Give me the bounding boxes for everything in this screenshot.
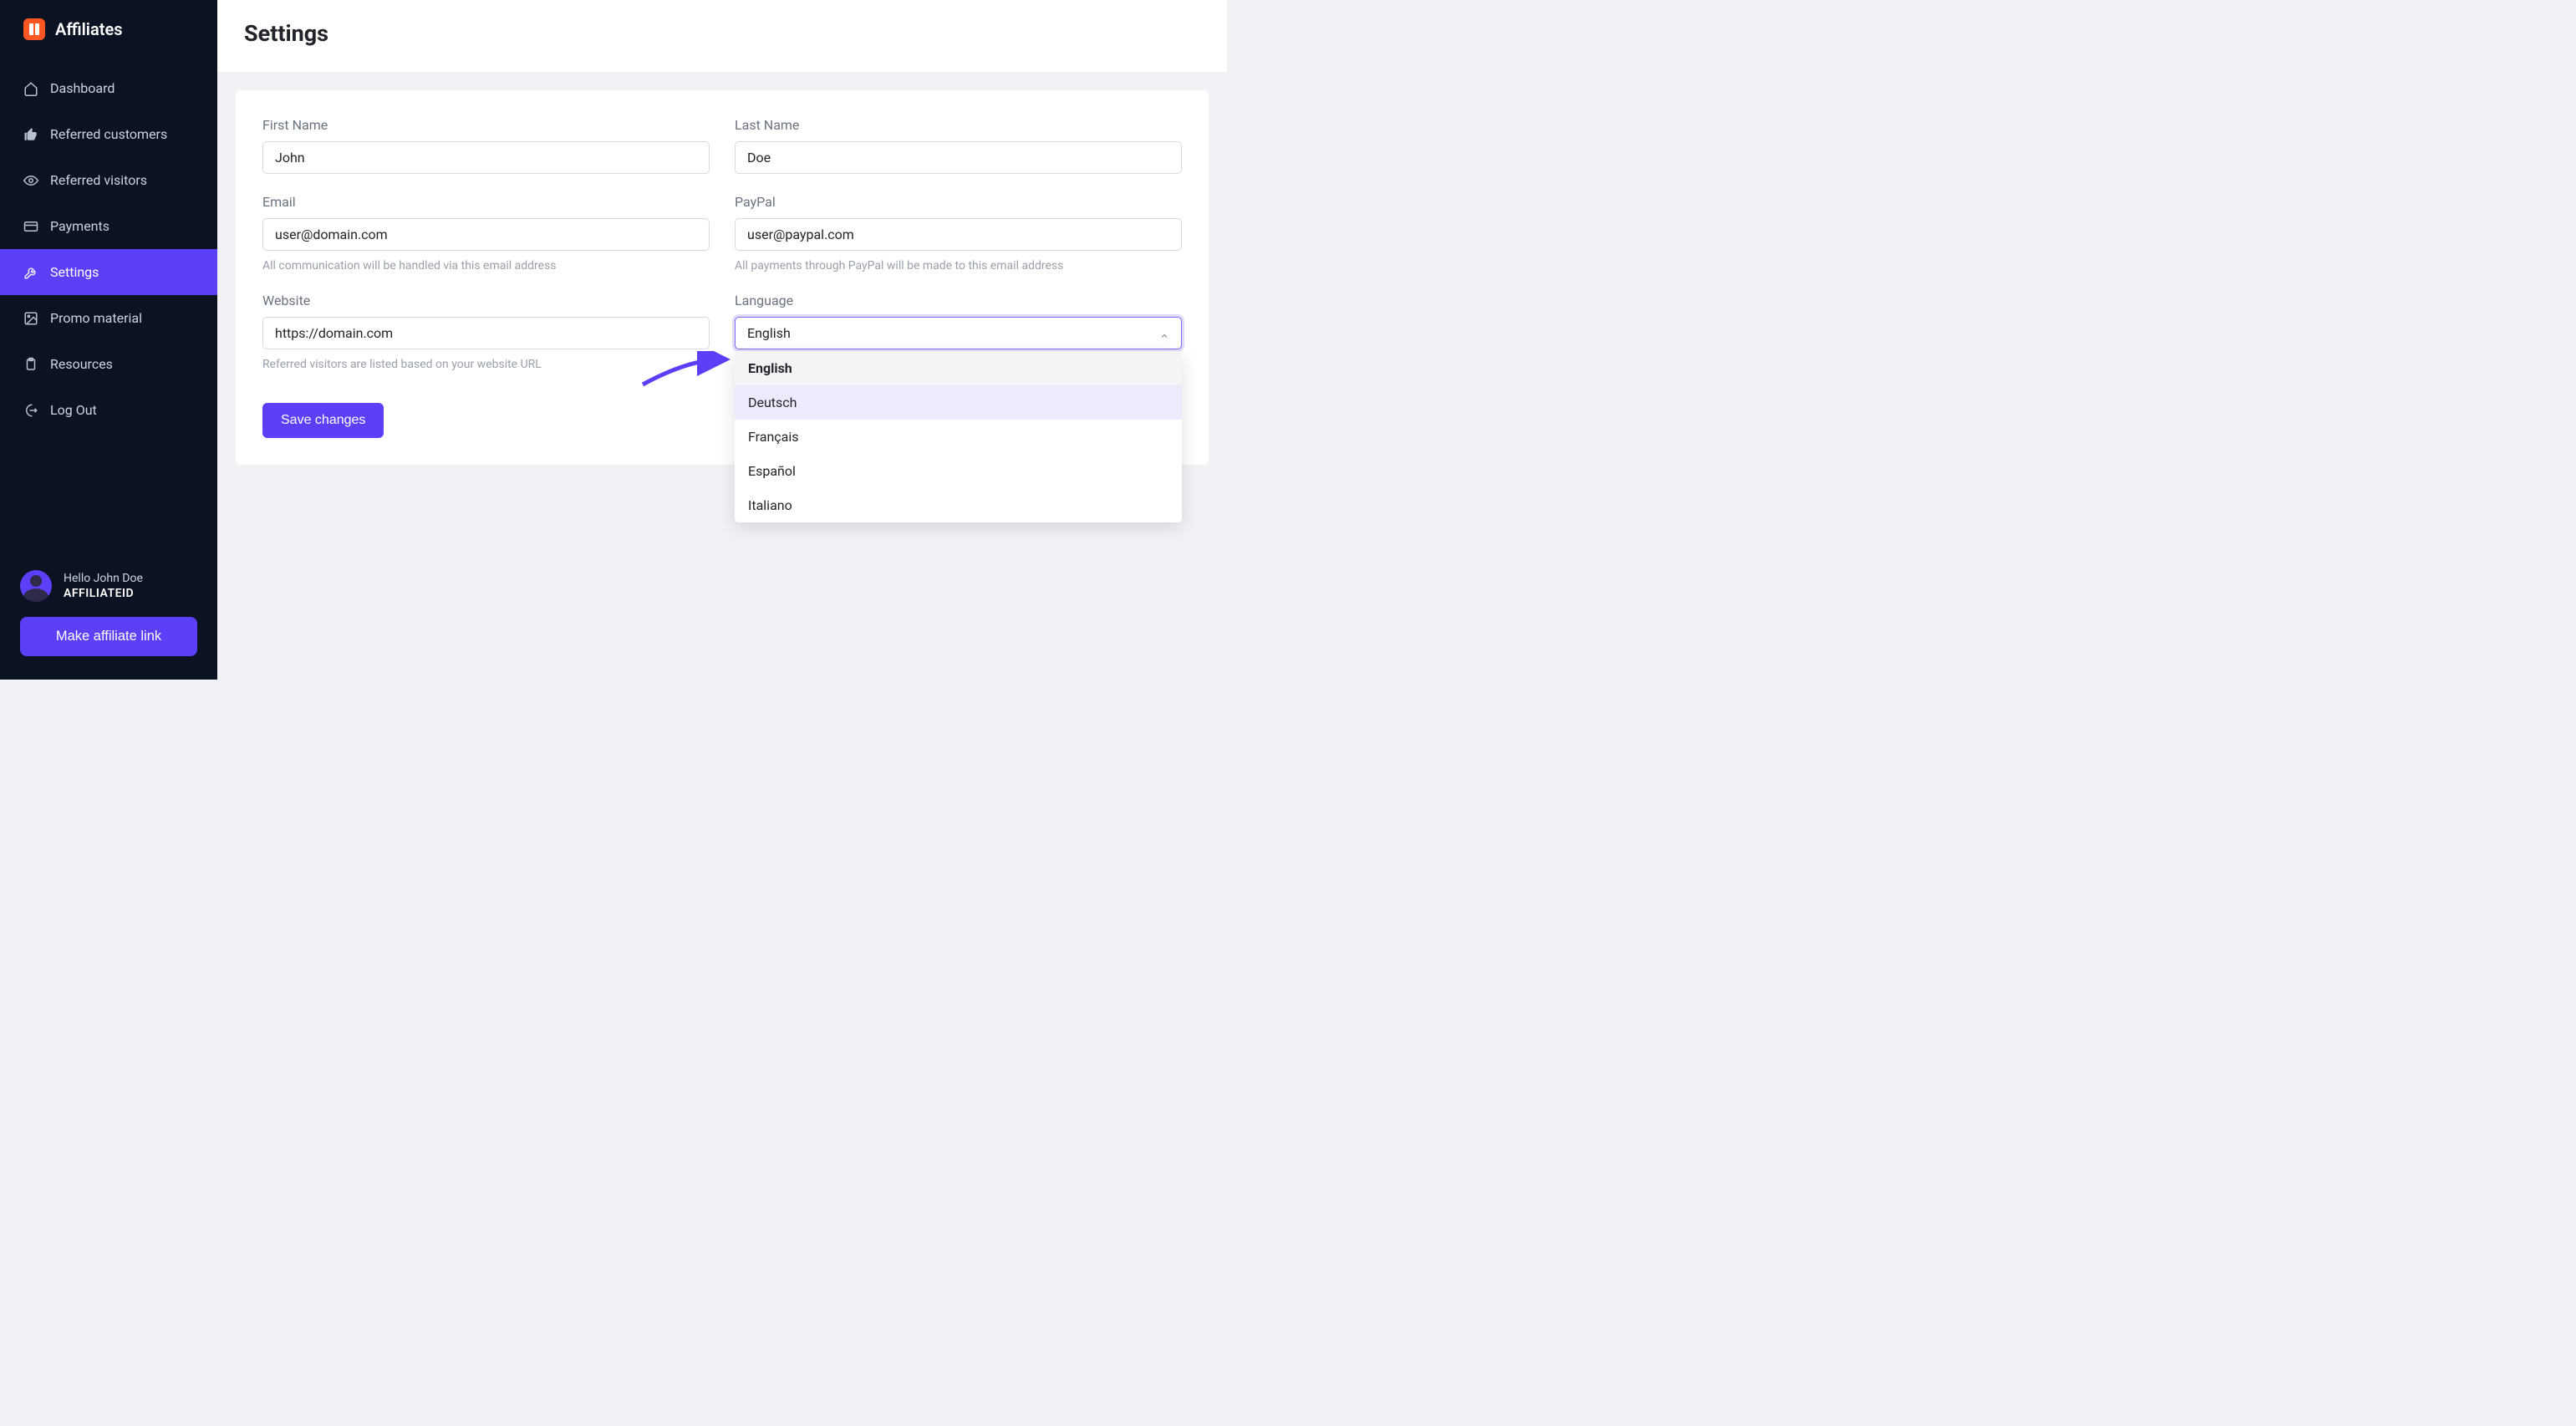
user-affiliate-id: AFFILIATEID <box>64 587 143 600</box>
sidebar-item-logout[interactable]: Log Out <box>0 387 217 433</box>
page-title: Settings <box>244 20 1200 47</box>
sidebar-item-label: Referred customers <box>50 126 167 142</box>
chevron-up-icon <box>1159 328 1169 339</box>
sidebar-item-label: Log Out <box>50 402 97 418</box>
paypal-input[interactable] <box>735 218 1182 251</box>
language-label: Language <box>735 293 1182 308</box>
brand: Affiliates <box>0 0 217 60</box>
credit-card-icon <box>23 219 38 234</box>
sidebar: Affiliates Dashboard Referred customers … <box>0 0 217 680</box>
sidebar-item-label: Resources <box>50 356 113 372</box>
website-label: Website <box>262 293 710 308</box>
save-changes-button[interactable]: Save changes <box>262 403 384 438</box>
settings-card: First Name Last Name Email All communica… <box>236 90 1209 465</box>
image-icon <box>23 311 38 326</box>
brand-title: Affiliates <box>55 19 123 39</box>
sidebar-item-label: Settings <box>50 264 99 280</box>
sidebar-item-label: Dashboard <box>50 80 115 96</box>
language-dropdown: EnglishDeutschFrançaisEspañolItaliano <box>735 351 1182 522</box>
logout-icon <box>23 403 38 418</box>
field-language: Language English EnglishDeutschFrançaisE… <box>735 293 1182 371</box>
language-option[interactable]: Italiano <box>735 488 1182 522</box>
website-input[interactable] <box>262 317 710 349</box>
sidebar-nav: Dashboard Referred customers Referred vi… <box>0 65 217 433</box>
language-option[interactable]: English <box>735 351 1182 385</box>
email-input[interactable] <box>262 218 710 251</box>
wrench-icon <box>23 265 38 280</box>
last-name-label: Last Name <box>735 117 1182 133</box>
sidebar-item-dashboard[interactable]: Dashboard <box>0 65 217 111</box>
make-affiliate-link-button[interactable]: Make affiliate link <box>20 617 197 656</box>
first-name-label: First Name <box>262 117 710 133</box>
language-selected-value: English <box>747 325 791 341</box>
user-greeting: Hello John Doe <box>64 572 143 585</box>
main: Settings First Name Last Name Email All … <box>217 0 1227 680</box>
sidebar-item-label: Referred visitors <box>50 172 147 188</box>
paypal-help-text: All payments through PayPal will be made… <box>735 259 1182 272</box>
avatar <box>20 570 52 602</box>
first-name-input[interactable] <box>262 141 710 174</box>
language-option[interactable]: Français <box>735 420 1182 454</box>
sidebar-item-referred-customers[interactable]: Referred customers <box>0 111 217 157</box>
language-select[interactable]: English <box>735 317 1182 349</box>
thumbs-up-icon <box>23 127 38 142</box>
sidebar-item-settings[interactable]: Settings <box>0 249 217 295</box>
last-name-input[interactable] <box>735 141 1182 174</box>
email-help-text: All communication will be handled via th… <box>262 259 710 272</box>
content-area: First Name Last Name Email All communica… <box>217 72 1227 680</box>
field-website: Website Referred visitors are listed bas… <box>262 293 710 371</box>
user-block: Hello John Doe AFFILIATEID <box>0 560 217 617</box>
brand-logo-icon <box>23 18 45 40</box>
home-icon <box>23 81 38 96</box>
sidebar-item-label: Payments <box>50 218 109 234</box>
field-email: Email All communication will be handled … <box>262 194 710 272</box>
sidebar-item-resources[interactable]: Resources <box>0 341 217 387</box>
sidebar-item-promo-material[interactable]: Promo material <box>0 295 217 341</box>
sidebar-item-referred-visitors[interactable]: Referred visitors <box>0 157 217 203</box>
sidebar-item-label: Promo material <box>50 310 142 326</box>
page-header: Settings <box>217 0 1227 72</box>
language-option[interactable]: Español <box>735 454 1182 488</box>
field-first-name: First Name <box>262 117 710 174</box>
field-last-name: Last Name <box>735 117 1182 174</box>
email-label: Email <box>262 194 710 210</box>
paypal-label: PayPal <box>735 194 1182 210</box>
website-help-text: Referred visitors are listed based on yo… <box>262 358 710 371</box>
eye-icon <box>23 173 38 188</box>
sidebar-item-payments[interactable]: Payments <box>0 203 217 249</box>
field-paypal: PayPal All payments through PayPal will … <box>735 194 1182 272</box>
clipboard-icon <box>23 357 38 372</box>
language-option[interactable]: Deutsch <box>735 385 1182 420</box>
